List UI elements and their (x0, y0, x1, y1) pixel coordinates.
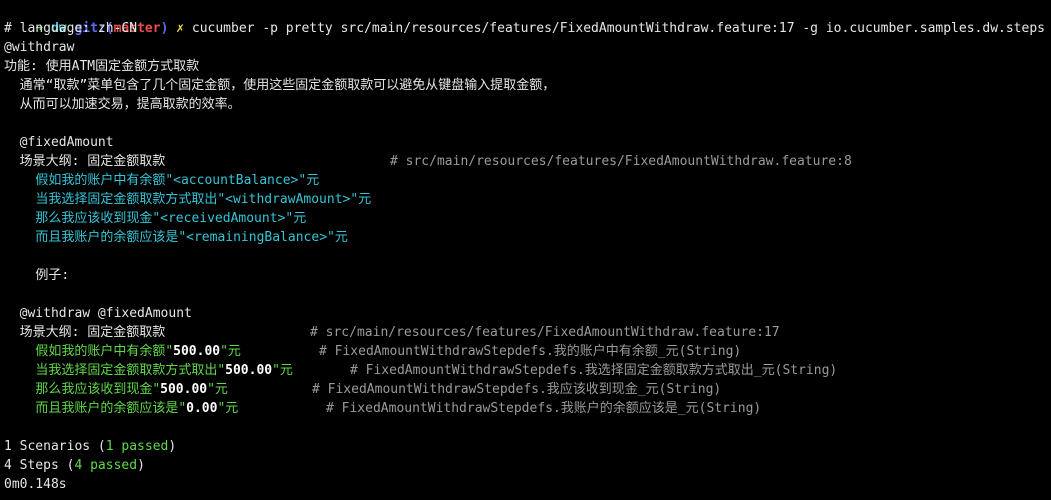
scenario-step-value: 500.00 (173, 344, 221, 359)
examples-label: 例子: (35, 268, 70, 283)
scenario-step-suffix: "元 (272, 363, 293, 378)
scenario-step-prefix: 假如我的账户中有余额" (35, 344, 174, 359)
scenario-step: 当我选择固定金额取款方式取出"500.00"元 # FixedAmountWith… (4, 361, 1051, 380)
outline-title-line: 场景大纲: 固定金额取款 # src/main/resources/feature… (4, 152, 1051, 171)
scenario-step-prefix: 当我选择固定金额取款方式取出" (35, 363, 226, 378)
outline-step: 当我选择固定金额取款方式取出"<withdrawAmount>"元 (4, 190, 1051, 209)
outline-step: 那么我应该收到现金"<receivedAmount>"元 (4, 209, 1051, 228)
feature-title: 功能: 使用ATM固定金额方式取款 (4, 59, 200, 74)
feature-tag: @withdraw (4, 40, 75, 55)
scenario-step-prefix: 而且我账户的余额应该是" (35, 401, 187, 416)
scenario-title: 场景大纲: 固定金额取款 (19, 325, 166, 340)
outline-step: 假如我的账户中有余额"<accountBalance>"元 (4, 171, 1051, 190)
feature-description-text-2: 从而可以加速交易，提高取款的效率。 (19, 97, 241, 112)
language-line: # language: zh-CN (4, 21, 138, 36)
prompt-line: ➜ dw git:(master) ✗ cucumber -p pretty s… (4, 0, 1051, 36)
outline-step-param: <remainingBalance> (186, 230, 328, 245)
scenario-step-prefix: 那么我应该收到现金" (35, 382, 161, 397)
scenario-step-comment: # FixedAmountWithdrawStepdefs.我应该收到现金_元(… (312, 382, 722, 397)
outline-step-prefix: 当我选择固定金额取款方式取出" (35, 192, 226, 207)
scenario-title-line: 场景大纲: 固定金额取款 # src/main/resources/feature… (4, 323, 1051, 342)
outline-step-suffix: "元 (327, 230, 348, 245)
steps-summary: 4 Steps (4 passed) (4, 456, 1051, 475)
scenario-step-suffix: "元 (220, 344, 241, 359)
outline-location-comment: # src/main/resources/features/FixedAmoun… (390, 154, 852, 169)
scenario-tags-text: @withdraw @fixedAmount (19, 306, 192, 321)
duration: 0m0.148s (4, 477, 67, 492)
scenario-step: 假如我的账户中有余额"500.00"元 # FixedAmountWithdraw… (4, 342, 1051, 361)
feature-description-1: 通常“取款”菜单包含了几个固定金额，使用这些固定金额取款可以避免从键盘输入提取金… (4, 76, 1051, 95)
scenario-step-comment: # FixedAmountWithdrawStepdefs.我的账户中有余额_元… (319, 344, 742, 359)
scenario-step-suffix: "元 (207, 382, 228, 397)
steps-passed: 4 passed (74, 458, 138, 473)
outline-step: 而且我账户的余额应该是"<remainingBalance>"元 (4, 228, 1051, 247)
scenario-step-suffix: "元 (217, 401, 239, 416)
scenarios-summary: 1 Scenarios (1 passed) (4, 437, 1051, 456)
outline-step-suffix: "元 (285, 211, 307, 226)
outline-tag: @fixedAmount (4, 133, 1051, 152)
scenario-location-comment: # src/main/resources/features/FixedAmoun… (310, 325, 780, 340)
scenario-step: 而且我账户的余额应该是"0.00"元 # FixedAmountWithdrawS… (4, 399, 1051, 418)
outline-title: 场景大纲: 固定金额取款 (19, 154, 166, 169)
scenarios-passed: 1 passed (105, 439, 169, 454)
outline-step-prefix: 而且我账户的余额应该是" (35, 230, 187, 245)
outline-tag-text: @fixedAmount (19, 135, 114, 150)
scenario-step-value: 500.00 (160, 382, 208, 397)
scenarios-summary-prefix: 1 Scenarios ( (4, 439, 106, 454)
scenario-step-comment: # FixedAmountWithdrawStepdefs.我账户的余额应该是_… (326, 401, 762, 416)
terminal-window[interactable]: ➜ dw git:(master) ✗ cucumber -p pretty s… (0, 0, 1051, 500)
outline-step-param: <accountBalance> (173, 173, 299, 188)
outline-step-suffix: "元 (298, 173, 320, 188)
feature-description-text-1: 通常“取款”菜单包含了几个固定金额，使用这些固定金额取款可以避免从键盘输入提取金… (19, 78, 556, 93)
feature-description-2: 从而可以加速交易，提高取款的效率。 (4, 95, 1051, 114)
scenario-step-value: 500.00 (225, 363, 273, 378)
steps-summary-suffix: ) (137, 458, 145, 473)
scenario-step: 那么我应该收到现金"500.00"元 # FixedAmountWithdrawS… (4, 380, 1051, 399)
examples-line: 例子: (4, 266, 1051, 285)
scenario-tags: @withdraw @fixedAmount (4, 304, 1051, 323)
outline-step-param: <receivedAmount> (160, 211, 286, 226)
scenario-step-value: 0.00 (186, 401, 218, 416)
outline-step-param: <withdrawAmount> (225, 192, 351, 207)
scenario-step-comment: # FixedAmountWithdrawStepdefs.我选择固定金额取款方… (350, 363, 838, 378)
outline-step-prefix: 假如我的账户中有余额" (35, 173, 174, 188)
steps-summary-prefix: 4 Steps ( (4, 458, 75, 473)
scenarios-summary-suffix: ) (168, 439, 177, 454)
outline-step-prefix: 那么我应该收到现金" (35, 211, 161, 226)
outline-step-suffix: "元 (350, 192, 372, 207)
